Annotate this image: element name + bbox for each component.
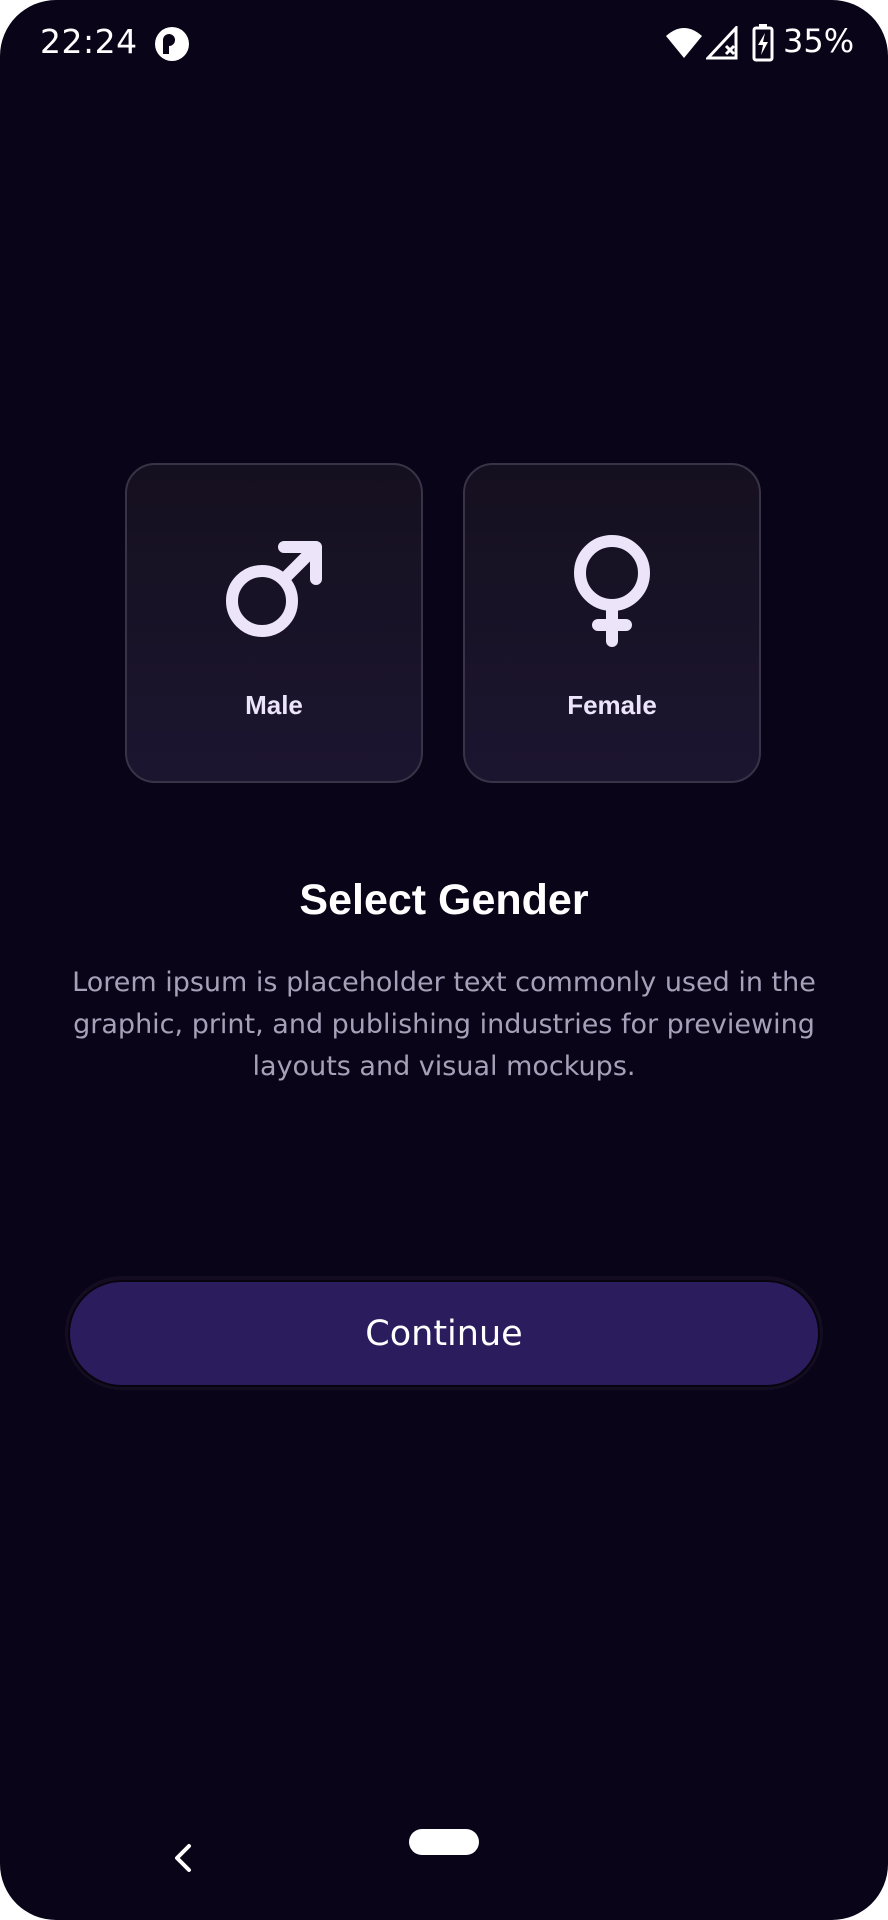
description-text: Lorem ipsum is placeholder text commonly… bbox=[72, 967, 816, 1082]
male-card[interactable]: Male bbox=[125, 463, 423, 783]
back-icon[interactable] bbox=[165, 1840, 201, 1876]
wifi-icon bbox=[666, 28, 702, 58]
signal-icon bbox=[706, 26, 738, 60]
battery-charging-icon bbox=[752, 24, 774, 62]
female-label: Female bbox=[567, 690, 657, 720]
page-title: Select Gender bbox=[299, 876, 589, 924]
app-indicator-icon bbox=[155, 27, 189, 61]
status-time: 22:24 bbox=[40, 22, 138, 61]
male-label: Male bbox=[245, 690, 303, 720]
home-pill-icon[interactable] bbox=[409, 1829, 479, 1855]
male-symbol-icon bbox=[226, 541, 322, 637]
female-symbol-icon bbox=[574, 535, 650, 647]
status-bar: 22:24 35% bbox=[0, 0, 888, 88]
continue-button[interactable]: Continue bbox=[68, 1280, 820, 1387]
female-card[interactable]: Female bbox=[463, 463, 761, 783]
battery-percent: 35% bbox=[783, 22, 855, 60]
gender-select-screen: 22:24 35% Male Female Select Gender Lore… bbox=[0, 0, 888, 1920]
